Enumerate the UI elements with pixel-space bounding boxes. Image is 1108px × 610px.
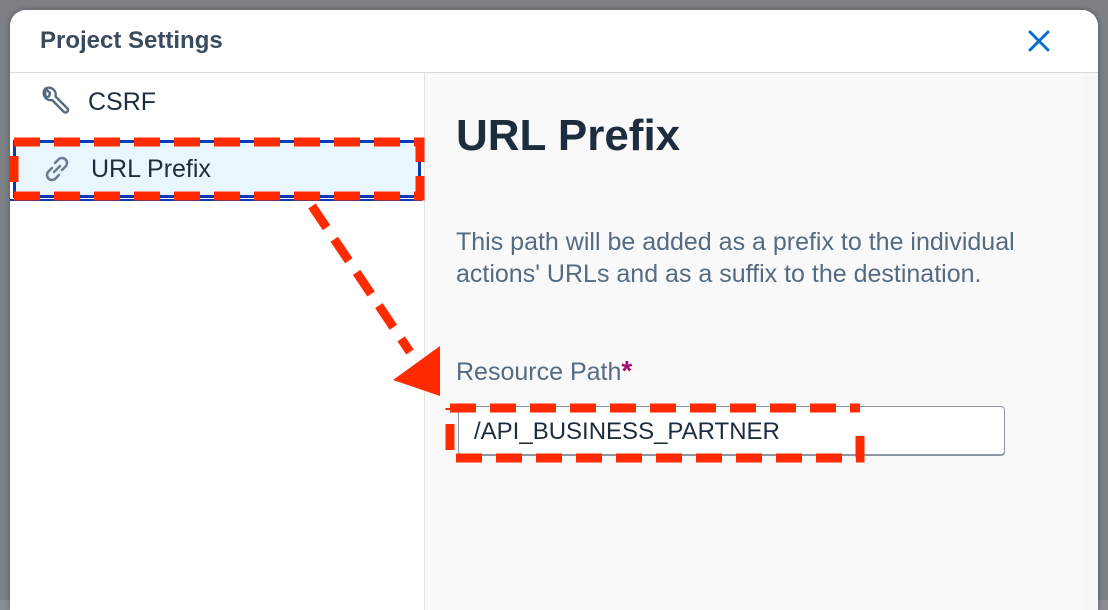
project-settings-dialog: Project Settings CSRF URL Prefix URL Pre… xyxy=(10,10,1098,610)
settings-content: URL Prefix This path will be added as a … xyxy=(425,73,1098,610)
dialog-header: Project Settings xyxy=(10,10,1098,73)
required-marker: * xyxy=(621,355,633,386)
sidebar-item-label: URL Prefix xyxy=(91,154,211,183)
resource-path-field[interactable] xyxy=(458,406,1005,456)
sidebar-item-csrf[interactable]: CSRF xyxy=(10,73,422,131)
sidebar-item-label: CSRF xyxy=(88,87,157,116)
content-panel: URL Prefix This path will be added as a … xyxy=(425,73,1083,610)
dialog-title: Project Settings xyxy=(40,27,223,54)
sidebar-item-url-prefix[interactable]: URL Prefix xyxy=(13,140,421,198)
page-title: URL Prefix xyxy=(456,111,681,160)
link-icon xyxy=(39,151,75,187)
wrench-icon xyxy=(36,84,72,120)
close-button[interactable] xyxy=(1022,24,1056,58)
selected-item-indicator xyxy=(10,199,422,201)
field-label-text: Resource Path xyxy=(456,358,622,386)
resource-path-label: Resource Path* xyxy=(456,355,632,387)
resource-path-input[interactable] xyxy=(474,418,994,446)
close-icon xyxy=(1028,30,1050,52)
section-description: This path will be added as a prefix to t… xyxy=(456,228,1015,288)
settings-sidebar: CSRF URL Prefix xyxy=(10,73,425,610)
